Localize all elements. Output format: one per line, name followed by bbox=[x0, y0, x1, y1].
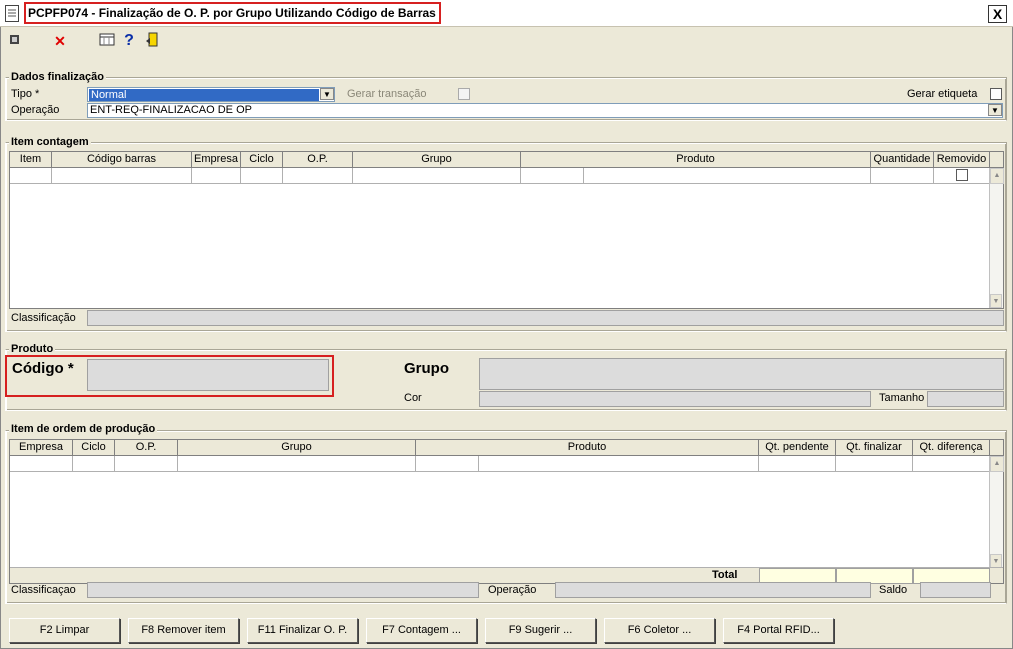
contagem-button[interactable]: F7 Contagem ... bbox=[366, 618, 477, 643]
grupo-label: Grupo bbox=[404, 360, 449, 377]
item-ordem-legend: Item de ordem de produção bbox=[9, 423, 158, 435]
gerar-etiqueta-label: Gerar etiqueta bbox=[907, 88, 978, 100]
codigo-input[interactable] bbox=[87, 359, 329, 391]
classificacao-label: Classificação bbox=[11, 312, 76, 324]
scroll-up-icon[interactable]: ▲ bbox=[990, 456, 1004, 472]
col-item[interactable]: Item bbox=[10, 152, 52, 167]
portal-rfid-button[interactable]: F4 Portal RFID... bbox=[723, 618, 834, 643]
vertical-scrollbar[interactable]: ▲ ▼ bbox=[989, 456, 1004, 568]
tipo-select[interactable]: Normal ▼ bbox=[87, 87, 335, 102]
operacao-ordem-label: Operação bbox=[488, 584, 537, 596]
tipo-label: Tipo * bbox=[11, 88, 40, 100]
chevron-down-icon[interactable]: ▼ bbox=[320, 88, 334, 100]
col-grupo[interactable]: Grupo bbox=[178, 440, 416, 455]
cor-label: Cor bbox=[404, 392, 422, 404]
cor-field bbox=[479, 391, 871, 407]
scroll-down-icon[interactable]: ▼ bbox=[990, 294, 1002, 308]
close-button[interactable]: X bbox=[988, 5, 1007, 23]
col-empresa[interactable]: Empresa bbox=[10, 440, 73, 455]
operacao-select[interactable]: ENT-REQ-FINALIZACAO DE OP ▼ bbox=[87, 103, 1003, 118]
item-contagem-legend: Item contagem bbox=[9, 136, 91, 148]
col-ciclo[interactable]: Ciclo bbox=[73, 440, 115, 455]
tipo-value: Normal bbox=[89, 89, 319, 101]
total-row: Total bbox=[10, 567, 1003, 584]
col-removido[interactable]: Removido bbox=[934, 152, 990, 167]
cancel-icon[interactable]: ✕ bbox=[51, 32, 69, 50]
item-contagem-header: Item Código barras Empresa Ciclo O.P. Gr… bbox=[10, 152, 1003, 168]
operacao-label: Operação bbox=[11, 104, 60, 116]
gerar-transacao-checkbox[interactable] bbox=[458, 88, 470, 100]
tamanho-field bbox=[927, 391, 1004, 407]
dados-finalizacao-legend: Dados finalização bbox=[9, 71, 106, 83]
chevron-down-icon[interactable]: ▼ bbox=[988, 104, 1002, 116]
col-grupo[interactable]: Grupo bbox=[353, 152, 521, 167]
coletor-button[interactable]: F6 Coletor ... bbox=[604, 618, 715, 643]
exit-door-icon[interactable] bbox=[143, 32, 161, 50]
col-qt-finalizar[interactable]: Qt. finalizar bbox=[836, 440, 913, 455]
grupo-field bbox=[479, 358, 1004, 390]
calendar-grid-icon[interactable] bbox=[98, 32, 116, 50]
vertical-scrollbar[interactable]: ▲ ▼ bbox=[989, 168, 1004, 308]
removido-checkbox[interactable] bbox=[956, 169, 968, 181]
limpar-button[interactable]: F2 Limpar bbox=[9, 618, 120, 643]
table-row[interactable] bbox=[10, 456, 1003, 472]
col-qt-diferenca[interactable]: Qt. diferença bbox=[913, 440, 990, 455]
col-qt-pendente[interactable]: Qt. pendente bbox=[759, 440, 836, 455]
title-bar: PCPFP074 - Finalização de O. P. por Grup… bbox=[0, 0, 1013, 27]
col-codigo-barras[interactable]: Código barras bbox=[52, 152, 192, 167]
col-op[interactable]: O.P. bbox=[283, 152, 353, 167]
sugerir-button[interactable]: F9 Sugerir ... bbox=[485, 618, 596, 643]
export-icon[interactable] bbox=[6, 32, 24, 50]
gerar-etiqueta-checkbox[interactable] bbox=[990, 88, 1002, 100]
classificacao-ordem-field bbox=[87, 582, 479, 598]
col-produto[interactable]: Produto bbox=[416, 440, 759, 455]
window-title: PCPFP074 - Finalização de O. P. por Grup… bbox=[24, 2, 441, 24]
col-op[interactable]: O.P. bbox=[115, 440, 178, 455]
document-icon bbox=[5, 5, 19, 22]
finalizar-op-button[interactable]: F11 Finalizar O. P. bbox=[247, 618, 358, 643]
item-contagem-grid[interactable]: Item Código barras Empresa Ciclo O.P. Gr… bbox=[9, 151, 1004, 309]
remover-item-button[interactable]: F8 Remover item bbox=[128, 618, 239, 643]
saldo-label: Saldo bbox=[879, 584, 908, 596]
col-empresa[interactable]: Empresa bbox=[192, 152, 241, 167]
help-icon[interactable]: ? bbox=[120, 32, 138, 50]
scroll-up-icon[interactable]: ▲ bbox=[990, 168, 1004, 184]
operacao-ordem-field bbox=[555, 582, 871, 598]
scroll-down-icon[interactable]: ▼ bbox=[990, 554, 1002, 568]
col-produto[interactable]: Produto bbox=[521, 152, 871, 167]
item-ordem-grid[interactable]: Empresa Ciclo O.P. Grupo Produto Qt. pen… bbox=[9, 439, 1004, 584]
classificacao-field bbox=[87, 310, 1004, 326]
classificacao-ordem-label: Classificaçao bbox=[11, 584, 76, 596]
saldo-field bbox=[920, 582, 991, 598]
gerar-transacao-label: Gerar transação bbox=[347, 88, 427, 100]
table-row[interactable] bbox=[10, 168, 1003, 184]
produto-legend: Produto bbox=[9, 343, 56, 355]
codigo-label: Código * bbox=[12, 360, 74, 377]
tamanho-label: Tamanho bbox=[879, 392, 925, 404]
total-label: Total bbox=[712, 569, 738, 581]
col-ciclo[interactable]: Ciclo bbox=[241, 152, 283, 167]
operacao-value: ENT-REQ-FINALIZACAO DE OP bbox=[90, 104, 252, 116]
col-quantidade[interactable]: Quantidade bbox=[871, 152, 934, 167]
item-ordem-header: Empresa Ciclo O.P. Grupo Produto Qt. pen… bbox=[10, 440, 1003, 456]
